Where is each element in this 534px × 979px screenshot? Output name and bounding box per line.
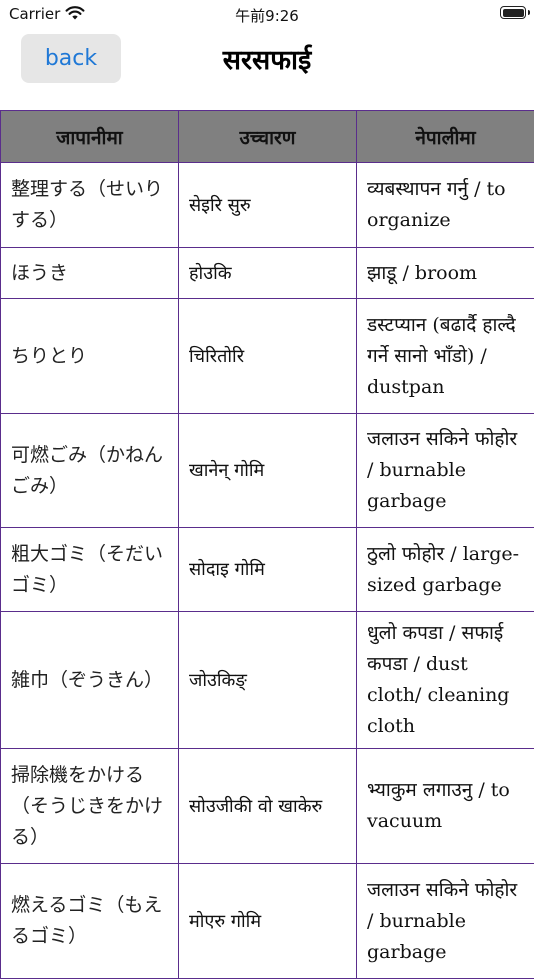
cell-nepali: झाडू / broom <box>357 248 534 299</box>
cell-pronunciation: सोउजीकी वो खाकेरु <box>179 749 357 864</box>
page-title: सरसफाई <box>0 40 534 77</box>
table-row: 粗大ゴミ（そだいゴミ） सोदाइ गोमि ठुलो फोहोर / larg… <box>1 528 534 612</box>
header-pronunciation: उच्चारण <box>179 111 357 163</box>
header-nepali: नेपालीमा <box>357 111 534 163</box>
cell-nepali: ठुलो फोहोर / large-sized garbage <box>357 528 534 612</box>
clock: 午前9:26 <box>0 5 534 26</box>
cell-japanese: 掃除機をかける（そうじきをかける） <box>1 749 179 864</box>
cell-japanese: 粗大ゴミ（そだいゴミ） <box>1 528 179 612</box>
cell-pronunciation: होउकि <box>179 248 357 299</box>
cell-pronunciation: जोउकिङ् <box>179 612 357 749</box>
status-bar: Carrier 午前9:26 <box>0 0 534 28</box>
table-row: 整理する（せいりする） सेइरि सुरु व्यबस्थापन गर्नु … <box>1 163 534 248</box>
cell-japanese: ほうき <box>1 248 179 299</box>
cell-nepali: धुलो कपडा / सफाई कपडा / dust cloth/ clea… <box>357 612 534 749</box>
cell-pronunciation: सेइरि सुरु <box>179 163 357 248</box>
cell-pronunciation: चिरितोरि <box>179 299 357 414</box>
table-row: 燃えるゴミ（もえるゴミ） मोएरु गोमि जलाउन सकिने फोहो… <box>1 864 534 979</box>
cell-nepali: भ्याकुम लगाउनु / to vacuum <box>357 749 534 864</box>
table-header-row: जापानीमा उच्चारण नेपालीमा <box>1 111 534 163</box>
cell-nepali: जलाउन सकिने फोहोर / burnable garbage <box>357 414 534 528</box>
table-row: 雑巾（ぞうきん） जोउकिङ् धुलो कपडा / सफाई कपडा /… <box>1 612 534 749</box>
battery-icon <box>500 6 526 19</box>
cell-nepali: डस्टप्यान (बढार्दै हाल्दै गर्ने सानो भाँ… <box>357 299 534 414</box>
table-row: ちりとり चिरितोरि डस्टप्यान (बढार्दै हाल्दै … <box>1 299 534 414</box>
cell-pronunciation: खानेन् गोमि <box>179 414 357 528</box>
cell-japanese: 整理する（せいりする） <box>1 163 179 248</box>
table-row: 可燃ごみ（かねんごみ） खानेन् गोमि जलाउन सकिने फोहो… <box>1 414 534 528</box>
table-row: 掃除機をかける（そうじきをかける） सोउजीकी वो खाकेरु भ्या… <box>1 749 534 864</box>
cell-japanese: 可燃ごみ（かねんごみ） <box>1 414 179 528</box>
cell-pronunciation: मोएरु गोमि <box>179 864 357 979</box>
vocabulary-table: जापानीमा उच्चारण नेपालीमा 整理する（せいりする） से… <box>0 110 534 979</box>
table-row: ほうき होउकि झाडू / broom <box>1 248 534 299</box>
cell-japanese: 燃えるゴミ（もえるゴミ） <box>1 864 179 979</box>
header-japanese: जापानीमा <box>1 111 179 163</box>
cell-nepali: जलाउन सकिने फोहोर / burnable garbage <box>357 864 534 979</box>
cell-japanese: 雑巾（ぞうきん） <box>1 612 179 749</box>
cell-japanese: ちりとり <box>1 299 179 414</box>
cell-pronunciation: सोदाइ गोमि <box>179 528 357 612</box>
cell-nepali: व्यबस्थापन गर्नु / to organize <box>357 163 534 248</box>
